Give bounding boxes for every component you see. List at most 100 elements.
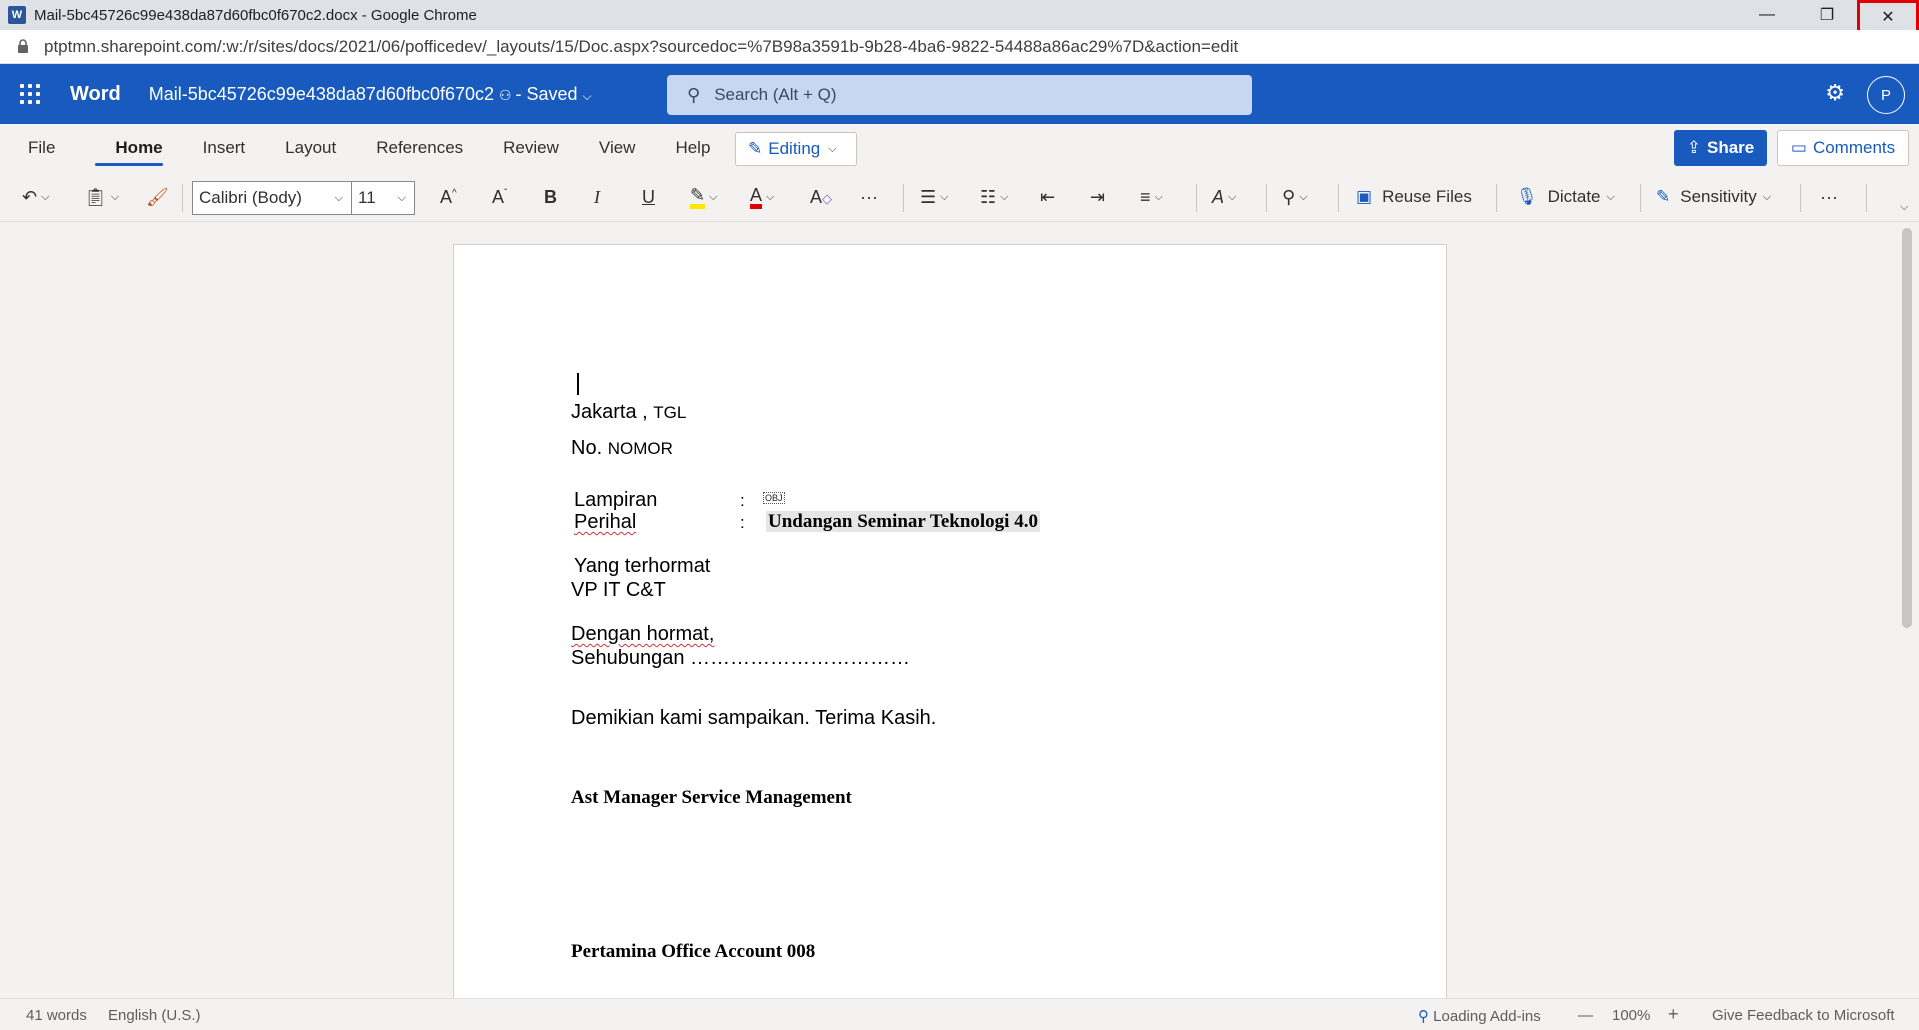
number-label: No.: [571, 437, 603, 459]
numbering-button[interactable]: ☷ ⌵: [980, 172, 1008, 222]
sensitivity-button[interactable]: ✎ Sensitivity ⌵: [1656, 172, 1771, 222]
comments-button[interactable]: ▭ Comments: [1777, 130, 1909, 166]
styles-button[interactable]: A ⌵: [1212, 172, 1236, 222]
zoom-level[interactable]: 100%: [1612, 1007, 1650, 1024]
dictate-button[interactable]: 🎙︎ Dictate ⌵: [1516, 172, 1615, 222]
signer-name[interactable]: Pertamina Office Account 008: [571, 941, 815, 963]
shared-people-icon: ⚇: [499, 86, 516, 103]
city-date-line[interactable]: Jakarta , TGL: [571, 401, 686, 424]
number-line[interactable]: No. NOMOR: [571, 437, 673, 460]
tab-home[interactable]: Home: [75, 124, 182, 172]
clear-formatting-button[interactable]: A◇: [810, 172, 832, 222]
perihal-value[interactable]: Undangan Seminar Teknologi 4.0: [766, 511, 1040, 533]
ellipsis-icon: ···: [1820, 186, 1838, 207]
tab-layout[interactable]: Layout: [265, 124, 356, 172]
search-icon: ⚲: [1282, 186, 1296, 207]
salutation-text: Yang terhormat: [574, 555, 711, 577]
shrink-font-button[interactable]: Aˇ: [492, 172, 507, 222]
closing-line[interactable]: Demikian kami sampaikan. Terima Kasih.: [571, 707, 936, 730]
zoom-out-button[interactable]: —: [1578, 1007, 1593, 1024]
paste-button[interactable]: 📋︎ ⌵: [84, 172, 119, 222]
app-launcher-icon[interactable]: [0, 64, 60, 124]
vertical-scrollbar[interactable]: [1902, 228, 1912, 628]
chevron-down-icon[interactable]: ⌵: [583, 89, 592, 103]
more-font-options-button[interactable]: ···: [860, 172, 878, 222]
underline-icon: U: [642, 186, 655, 207]
zoom-in-button[interactable]: +: [1668, 1004, 1679, 1025]
settings-gear-icon[interactable]: ⚙: [1825, 80, 1845, 106]
chevron-down-icon: ⌵: [1606, 190, 1615, 203]
format-painter-button[interactable]: 🖌︎: [146, 172, 169, 222]
account-avatar[interactable]: P: [1867, 76, 1905, 114]
document-title[interactable]: Mail-5bc45726c99e438da87d60fbc0f670c2: [149, 84, 494, 104]
dictate-label: Dictate: [1547, 187, 1601, 206]
word-count[interactable]: 41 words: [26, 1007, 87, 1024]
increase-indent-button[interactable]: ⇥: [1090, 172, 1105, 222]
chevron-down-icon: ⌵: [41, 190, 50, 203]
bold-icon: B: [544, 186, 557, 207]
search-icon: ⚲: [687, 84, 701, 105]
salutation-line[interactable]: Yang terhormat: [574, 555, 710, 578]
greeting-text: Dengan hormat,: [571, 623, 715, 645]
body-line[interactable]: Sehubungan ……………………………: [571, 647, 910, 670]
tab-file[interactable]: File: [8, 124, 75, 172]
document-name[interactable]: Mail-5bc45726c99e438da87d60fbc0f670c2 ⚇ …: [149, 84, 592, 105]
city-text: Jakarta ,: [571, 401, 648, 423]
object-placeholder[interactable]: OBJ: [763, 492, 785, 504]
find-button[interactable]: ⚲ ⌵: [1282, 172, 1308, 222]
add-ins-status[interactable]: ⚲ Loading Add-ins: [1418, 1007, 1541, 1025]
styles-icon: A: [1212, 186, 1225, 207]
highlight-button[interactable]: ✎ ⌵: [690, 172, 717, 222]
divider: [903, 184, 904, 212]
perihal-label[interactable]: Perihal: [574, 511, 636, 534]
save-status[interactable]: Saved: [526, 84, 577, 104]
greeting-line[interactable]: Dengan hormat,: [571, 623, 714, 646]
tab-review[interactable]: Review: [483, 124, 579, 172]
italic-button[interactable]: I: [594, 172, 600, 222]
chevron-down-icon: ⌵: [110, 190, 120, 203]
ribbon: File Home Insert Layout References Revie…: [0, 124, 1919, 222]
tab-view[interactable]: View: [579, 124, 656, 172]
browser-window-title: Mail-5bc45726c99e438da87d60fbc0f670c2.do…: [34, 6, 477, 24]
lock-icon[interactable]: [16, 39, 30, 55]
reuse-files-button[interactable]: ▣ Reuse Files: [1356, 172, 1472, 222]
grow-font-button[interactable]: A^: [440, 172, 457, 222]
undo-button[interactable]: ↶ ⌵: [22, 172, 49, 222]
bold-button[interactable]: B: [544, 172, 557, 222]
url-text[interactable]: ptptmn.sharepoint.com/:w:/r/sites/docs/2…: [44, 37, 1238, 57]
perihal-colon: :: [740, 513, 745, 532]
chevron-down-icon: ⌵: [397, 191, 406, 204]
feedback-link[interactable]: Give Feedback to Microsoft: [1712, 1007, 1895, 1024]
restore-button[interactable]: ❐: [1797, 0, 1857, 30]
app-name[interactable]: Word: [70, 83, 121, 106]
lampiran-colon: :: [740, 491, 745, 510]
bullets-button[interactable]: ☰ ⌵: [920, 172, 948, 222]
font-name-select[interactable]: Calibri (Body) ⌵: [192, 181, 352, 215]
underline-button[interactable]: U: [642, 172, 655, 222]
tab-references[interactable]: References: [356, 124, 483, 172]
tab-insert[interactable]: Insert: [183, 124, 266, 172]
align-button[interactable]: ≡ ⌵: [1140, 172, 1163, 222]
tab-help[interactable]: Help: [655, 124, 730, 172]
language-status[interactable]: English (U.S.): [108, 1007, 201, 1024]
font-color-button[interactable]: A ⌵: [750, 172, 774, 222]
signer-title[interactable]: Ast Manager Service Management: [571, 787, 852, 809]
search-box[interactable]: ⚲ Search (Alt + Q): [667, 75, 1252, 115]
share-button[interactable]: ⇪ Share: [1674, 130, 1767, 166]
font-size-select[interactable]: 11 ⌵: [351, 181, 415, 215]
sensitivity-label: Sensitivity: [1680, 187, 1757, 206]
close-button[interactable]: ✕: [1857, 0, 1919, 34]
document-page[interactable]: Jakarta , TGL No. NOMOR Lampiran : OBJ P…: [453, 244, 1447, 1004]
reuse-files-icon: ▣: [1356, 187, 1373, 206]
divider: [1496, 184, 1497, 212]
editing-mode-button[interactable]: ✎ Editing ⌵: [735, 132, 857, 166]
ellipsis-icon: ···: [860, 186, 878, 207]
minimize-button[interactable]: —: [1737, 0, 1797, 30]
recipient-line[interactable]: VP IT C&T: [571, 579, 666, 602]
share-label: Share: [1707, 138, 1755, 157]
address-bar[interactable]: ptptmn.sharepoint.com/:w:/r/sites/docs/2…: [0, 30, 1919, 64]
more-options-button[interactable]: ···: [1820, 172, 1838, 222]
divider: [1266, 184, 1267, 212]
lampiran-label[interactable]: Lampiran: [574, 489, 657, 512]
decrease-indent-button[interactable]: ⇤: [1040, 172, 1055, 222]
